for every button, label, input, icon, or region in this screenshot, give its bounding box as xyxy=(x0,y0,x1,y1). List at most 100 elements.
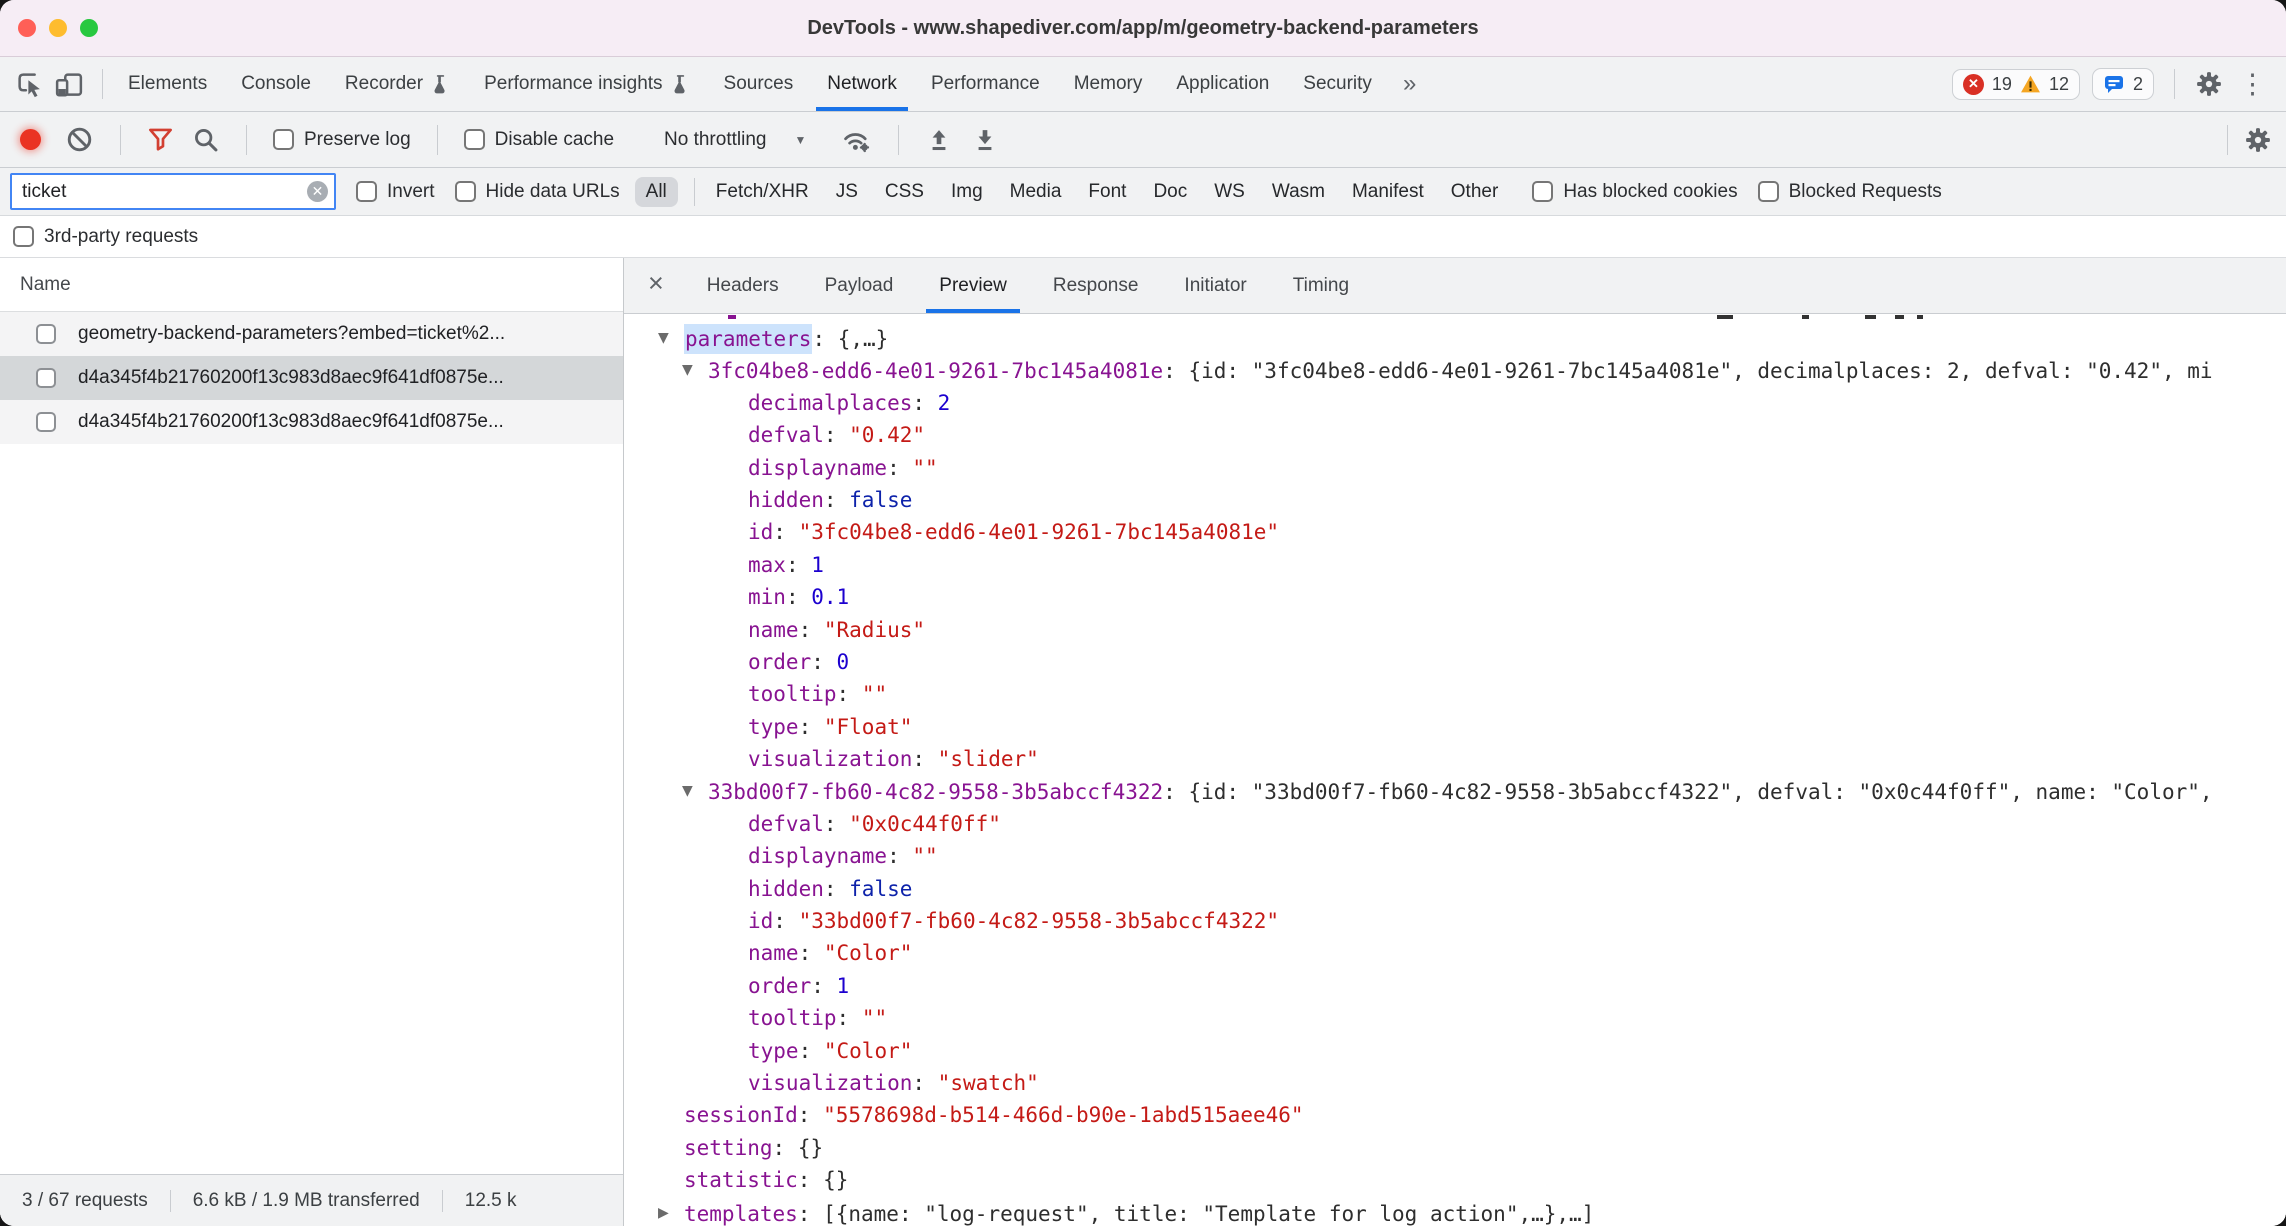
transferred-size: 6.6 kB / 1.9 MB transferred xyxy=(170,1190,442,1212)
close-detail-icon[interactable]: × xyxy=(624,268,684,303)
filter-type-fetch-xhr[interactable]: Fetch/XHR xyxy=(716,181,809,203)
divider xyxy=(102,69,103,99)
filter-type-other[interactable]: Other xyxy=(1451,181,1499,203)
blocked-requests-checkbox[interactable] xyxy=(1758,181,1779,202)
filter-type-ws[interactable]: WS xyxy=(1214,181,1245,203)
json-line-decimalplaces[interactable]: decimalplaces: 2 xyxy=(624,387,2286,419)
invert-checkbox[interactable] xyxy=(356,181,377,202)
expand-arrow-icon[interactable]: ▼ xyxy=(682,354,708,386)
inspect-element-icon[interactable] xyxy=(14,69,44,99)
throttling-dropdown[interactable]: No throttling ▼ xyxy=(658,129,806,151)
json-line-statistic[interactable]: statistic: {} xyxy=(624,1164,2286,1196)
filter-type-doc[interactable]: Doc xyxy=(1153,181,1187,203)
console-errors-warnings-badge[interactable]: ✕ 19 12 xyxy=(1952,69,2080,100)
preserve-log-checkbox[interactable] xyxy=(273,129,294,150)
expand-arrow-icon[interactable]: ▼ xyxy=(658,322,684,354)
more-tabs-button[interactable]: » xyxy=(1389,70,1430,98)
disable-cache-checkbox[interactable] xyxy=(464,129,485,150)
network-settings-gear-icon[interactable] xyxy=(2244,126,2272,154)
json-line-visualization[interactable]: visualization: "slider" xyxy=(624,743,2286,775)
detail-tabbar: × Headers Payload Preview Response Initi… xyxy=(624,258,2286,314)
json-line-order[interactable]: order: 1 xyxy=(624,970,2286,1002)
detail-tab-initiator[interactable]: Initiator xyxy=(1161,258,1269,313)
tab-sources[interactable]: Sources xyxy=(707,57,811,111)
request-name: d4a345f4b21760200f13c983d8aec9f641df0875… xyxy=(78,367,504,389)
settings-gear-icon[interactable] xyxy=(2195,70,2223,98)
filter-type-img[interactable]: Img xyxy=(951,181,983,203)
json-line-hidden[interactable]: hidden: false xyxy=(624,873,2286,905)
filter-funnel-icon[interactable] xyxy=(147,126,174,153)
request-row[interactable]: geometry-backend-parameters?embed=ticket… xyxy=(0,312,623,356)
tab-recorder[interactable]: Recorder xyxy=(328,57,467,111)
request-row[interactable]: d4a345f4b21760200f13c983d8aec9f641df0875… xyxy=(0,400,623,444)
json-line-tooltip[interactable]: tooltip: "" xyxy=(624,678,2286,710)
json-line-visualization[interactable]: visualization: "swatch" xyxy=(624,1067,2286,1099)
filter-type-font[interactable]: Font xyxy=(1088,181,1126,203)
json-line-name[interactable]: name: "Radius" xyxy=(624,614,2286,646)
request-checkbox[interactable] xyxy=(36,368,56,388)
filter-type-media[interactable]: Media xyxy=(1010,181,1062,203)
hide-data-urls-checkbox[interactable] xyxy=(455,181,476,202)
detail-tab-response[interactable]: Response xyxy=(1030,258,1162,313)
filter-type-css[interactable]: CSS xyxy=(885,181,924,203)
expand-arrow-icon[interactable]: ▼ xyxy=(682,775,708,807)
json-line-type[interactable]: type: "Float" xyxy=(624,711,2286,743)
json-line-id[interactable]: id: "3fc04be8-edd6-4e01-9261-7bc145a4081… xyxy=(624,516,2286,548)
network-conditions-icon[interactable] xyxy=(840,125,872,155)
collapse-arrow-icon[interactable]: ▶ xyxy=(658,1197,684,1226)
detail-tab-timing[interactable]: Timing xyxy=(1270,258,1372,313)
detail-tab-payload[interactable]: Payload xyxy=(802,258,917,313)
json-line-min[interactable]: min: 0.1 xyxy=(624,581,2286,613)
json-line-hidden[interactable]: hidden: false xyxy=(624,484,2286,516)
has-blocked-cookies-checkbox[interactable] xyxy=(1532,181,1553,202)
tab-console[interactable]: Console xyxy=(224,57,328,111)
filter-type-all[interactable]: All xyxy=(635,177,678,207)
json-line-param2-guid[interactable]: ▼33bd00f7-fb60-4c82-9558-3b5abccf4322: {… xyxy=(624,775,2286,807)
request-checkbox[interactable] xyxy=(36,412,56,432)
json-line-id[interactable]: id: "33bd00f7-fb60-4c82-9558-3b5abccf432… xyxy=(624,905,2286,937)
filter-type-wasm[interactable]: Wasm xyxy=(1272,181,1325,203)
clear-network-log-icon[interactable] xyxy=(65,125,94,154)
tab-performance[interactable]: Performance xyxy=(914,57,1057,111)
divider xyxy=(246,125,247,155)
device-toolbar-icon[interactable] xyxy=(54,69,84,99)
tab-network[interactable]: Network xyxy=(810,57,914,111)
json-line-order[interactable]: order: 0 xyxy=(624,646,2286,678)
detail-tab-headers[interactable]: Headers xyxy=(684,258,802,313)
issues-badge[interactable]: 2 xyxy=(2092,68,2154,100)
json-line-name[interactable]: name: "Color" xyxy=(624,937,2286,969)
tab-security[interactable]: Security xyxy=(1286,57,1389,111)
json-line-displayname[interactable]: displayname: "" xyxy=(624,840,2286,872)
import-har-icon[interactable] xyxy=(925,126,953,154)
more-options-dots-icon[interactable]: ⋮ xyxy=(2235,69,2270,100)
tab-memory[interactable]: Memory xyxy=(1057,57,1160,111)
tab-elements[interactable]: Elements xyxy=(111,57,224,111)
request-row-selected[interactable]: d4a345f4b21760200f13c983d8aec9f641df0875… xyxy=(0,356,623,400)
json-line-tooltip[interactable]: tooltip: "" xyxy=(624,1002,2286,1034)
json-line-parameters[interactable]: ▼parameters: {,…} xyxy=(624,322,2286,354)
record-network-log-button[interactable] xyxy=(20,129,41,150)
export-har-icon[interactable] xyxy=(971,126,999,154)
json-line-type[interactable]: type: "Color" xyxy=(624,1035,2286,1067)
tab-performance-insights[interactable]: Performance insights xyxy=(467,57,706,111)
requests-name-column-header[interactable]: Name xyxy=(0,258,623,312)
filter-type-manifest[interactable]: Manifest xyxy=(1352,181,1424,203)
json-line-max[interactable]: max: 1 xyxy=(624,549,2286,581)
json-line-defval[interactable]: defval: "0x0c44f0ff" xyxy=(624,808,2286,840)
detail-tab-preview[interactable]: Preview xyxy=(916,258,1030,313)
request-checkbox[interactable] xyxy=(36,324,56,344)
resources-size: 12.5 k xyxy=(442,1190,539,1212)
filter-type-js[interactable]: JS xyxy=(836,181,858,203)
json-line-sessionid[interactable]: sessionId: "5578698d-b514-466d-b90e-1abd… xyxy=(624,1099,2286,1131)
json-line-templates[interactable]: ▶templates: [{name: "log-request", title… xyxy=(624,1197,2286,1226)
third-party-requests-checkbox[interactable] xyxy=(13,226,34,247)
json-line-displayname[interactable]: displayname: "" xyxy=(624,452,2286,484)
search-icon[interactable] xyxy=(192,126,220,154)
devtools-window: DevTools - www.shapediver.com/app/m/geom… xyxy=(0,0,2286,1226)
json-line-defval[interactable]: defval: "0.42" xyxy=(624,419,2286,451)
clear-filter-icon[interactable]: ✕ xyxy=(307,181,328,202)
filter-input[interactable] xyxy=(10,173,336,210)
json-line-setting[interactable]: setting: {} xyxy=(624,1132,2286,1164)
json-line-param1-guid[interactable]: ▼3fc04be8-edd6-4e01-9261-7bc145a4081e: {… xyxy=(624,354,2286,386)
tab-application[interactable]: Application xyxy=(1159,57,1286,111)
